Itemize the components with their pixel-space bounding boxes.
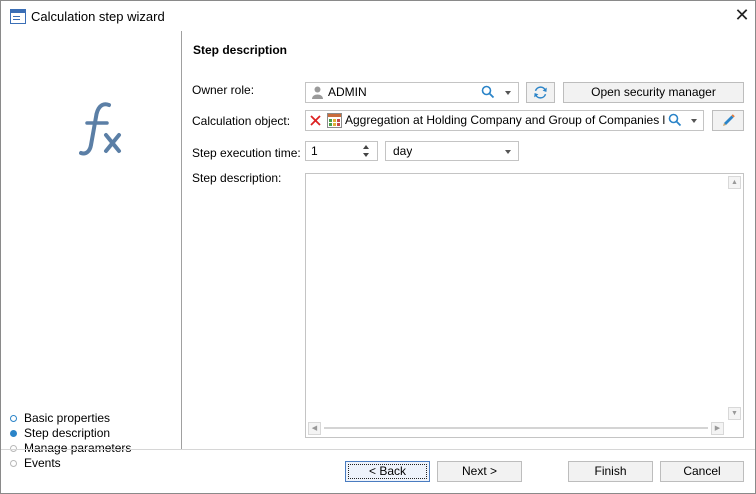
refresh-icon <box>534 86 547 99</box>
calculation-object-value: Aggregation at Holding Company and Group… <box>345 113 665 127</box>
sidebar-divider <box>181 31 182 449</box>
step-description-textarea[interactable]: ▲ ▼ ◀ ▶ <box>305 173 744 438</box>
finish-button[interactable]: Finish <box>568 461 653 482</box>
scroll-right-icon[interactable]: ▶ <box>711 422 724 435</box>
section-title: Step description <box>193 43 288 57</box>
step-label: Basic properties <box>24 411 111 425</box>
wizard-window: Calculation step wizard ✕ Basic properti… <box>0 0 756 494</box>
function-fx-icon <box>79 102 121 156</box>
back-button[interactable]: < Back <box>345 461 430 482</box>
chevron-down-icon[interactable] <box>505 91 511 95</box>
step-label: Events <box>24 456 61 470</box>
spin-up-icon[interactable] <box>363 145 369 149</box>
window-title: Calculation step wizard <box>31 9 165 24</box>
step-step-description[interactable]: Step description <box>9 426 131 441</box>
focus-rectangle <box>348 464 427 479</box>
step-basic-properties[interactable]: Basic properties <box>9 411 131 426</box>
execution-time-unit-select[interactable]: day <box>385 141 519 161</box>
title-bar: Calculation step wizard ✕ <box>1 1 755 31</box>
scroll-down-icon[interactable]: ▼ <box>728 407 741 420</box>
scrollbar-thumb[interactable] <box>324 427 708 429</box>
calculation-object-type-icon <box>327 113 342 128</box>
user-icon <box>312 86 323 99</box>
footer-divider <box>1 449 755 450</box>
step-active-indicator-icon <box>10 430 17 437</box>
search-icon[interactable] <box>668 113 682 127</box>
chevron-down-icon[interactable] <box>691 119 697 123</box>
execution-time-value: 1 <box>311 144 318 158</box>
step-label: Manage parameters <box>24 441 132 455</box>
execution-time-unit-value: day <box>393 144 413 158</box>
step-events[interactable]: Events <box>9 456 131 471</box>
next-button[interactable]: Next > <box>437 461 522 482</box>
execution-time-label: Step execution time: <box>192 146 301 160</box>
scroll-left-icon[interactable]: ◀ <box>308 422 321 435</box>
window-app-icon <box>10 9 26 24</box>
owner-role-label: Owner role: <box>192 83 255 97</box>
pencil-icon <box>723 114 735 126</box>
cancel-button[interactable]: Cancel <box>660 461 744 482</box>
close-icon[interactable]: ✕ <box>732 5 752 25</box>
edit-calculation-object-button[interactable] <box>712 110 744 131</box>
refresh-button[interactable] <box>526 82 555 103</box>
search-icon[interactable] <box>481 85 495 99</box>
execution-time-spinner[interactable]: 1 <box>305 141 378 161</box>
step-pending-indicator-icon <box>10 460 17 467</box>
chevron-down-icon[interactable] <box>505 150 511 154</box>
calculation-object-label: Calculation object: <box>192 114 291 128</box>
open-security-manager-button[interactable]: Open security manager <box>563 82 744 103</box>
vertical-scrollbar[interactable]: ▲ ▼ <box>727 175 742 420</box>
horizontal-scrollbar[interactable]: ◀ ▶ <box>307 421 728 436</box>
scroll-up-icon[interactable]: ▲ <box>728 176 741 189</box>
owner-role-field[interactable]: ADMIN <box>305 82 519 103</box>
step-label: Step description <box>24 426 111 440</box>
wizard-sidebar: Basic properties Step description Manage… <box>1 31 181 470</box>
owner-role-value: ADMIN <box>328 85 367 99</box>
wizard-step-list: Basic properties Step description Manage… <box>9 411 131 471</box>
clear-icon[interactable] <box>310 115 321 126</box>
description-label: Step description: <box>192 171 282 185</box>
calculation-object-field[interactable]: Aggregation at Holding Company and Group… <box>305 110 704 131</box>
spin-down-icon[interactable] <box>363 153 369 157</box>
step-done-indicator-icon <box>10 415 17 422</box>
